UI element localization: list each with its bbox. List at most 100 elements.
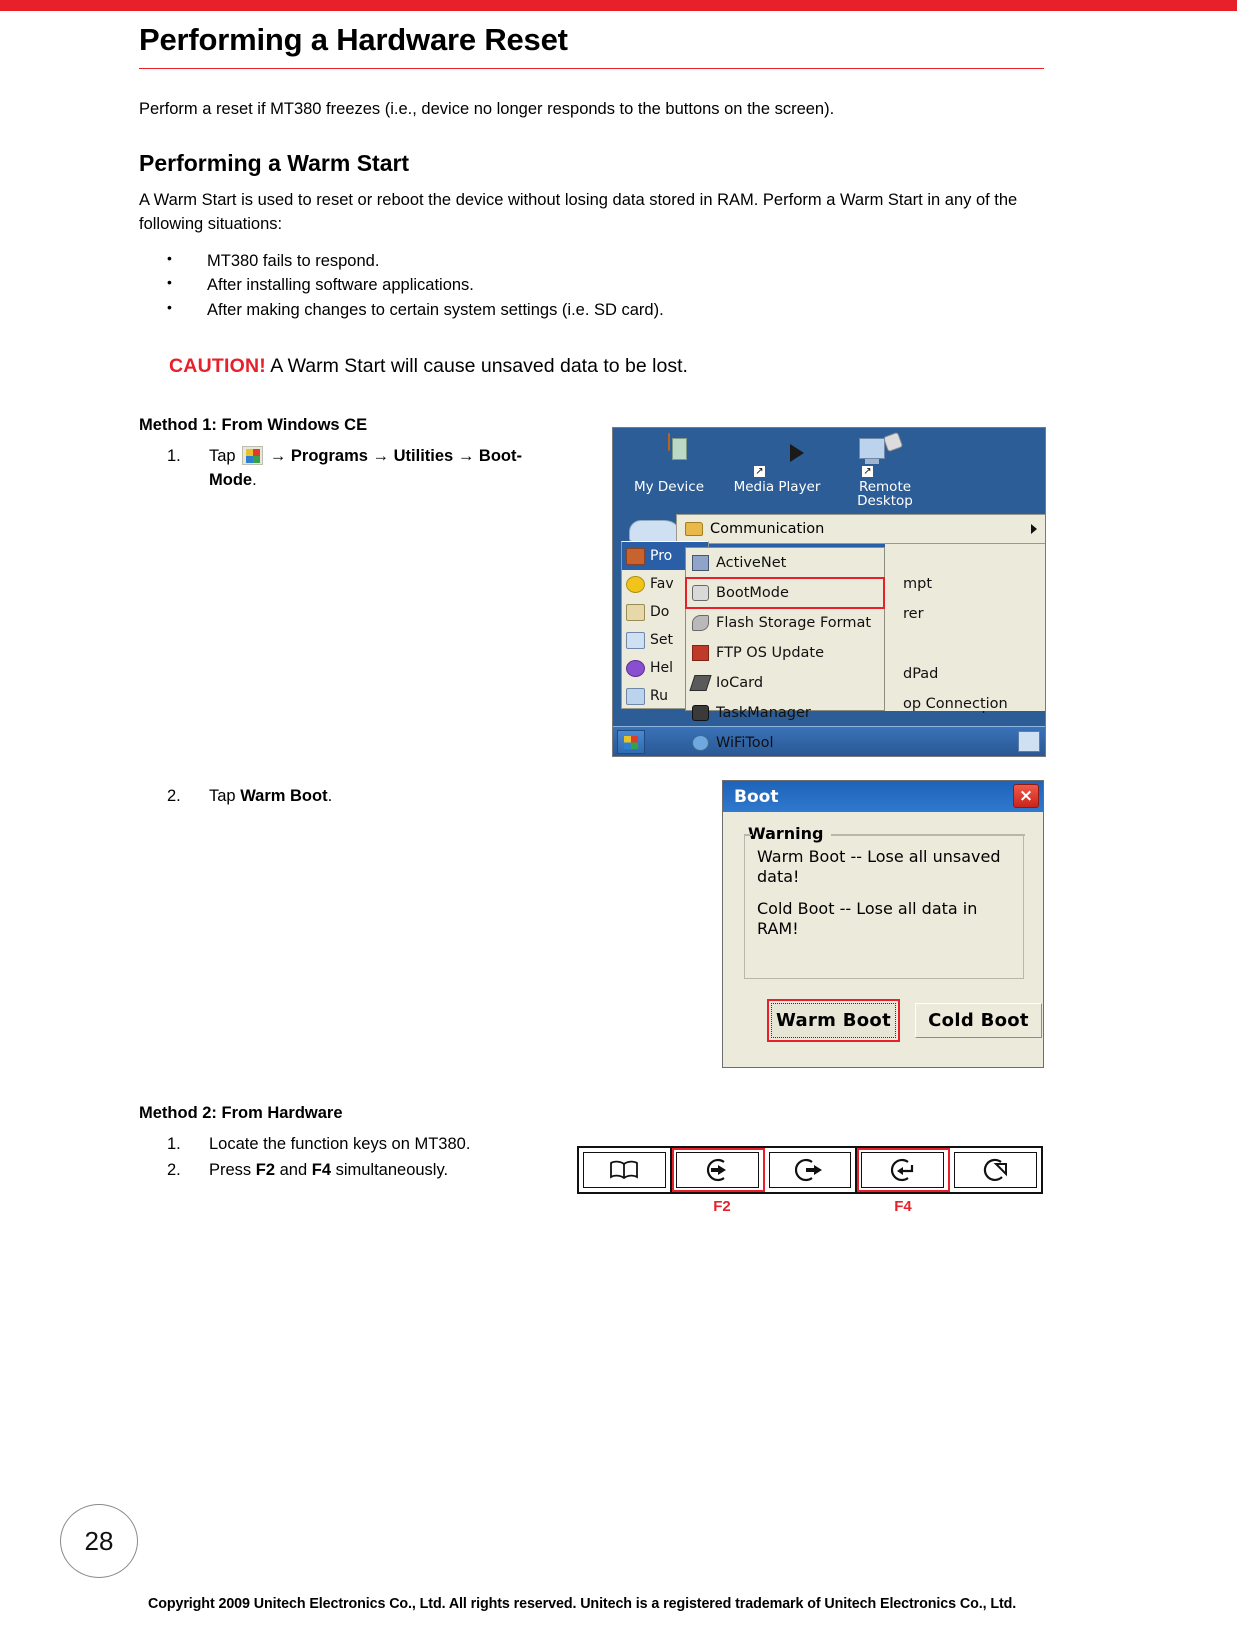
ce-utilities-submenu: ActiveNet BootMode Flash Storage Format … bbox=[685, 547, 885, 751]
step-text: Tap Warm Boot. bbox=[209, 787, 332, 805]
submenu-item-partial[interactable]: dPad bbox=[903, 666, 938, 682]
function-keys-diagram: F2 F4 bbox=[577, 1146, 1043, 1224]
menu-item-label: IoCard bbox=[716, 675, 764, 691]
menu-item-label: TaskManager bbox=[716, 705, 811, 721]
settings-icon bbox=[626, 631, 645, 649]
caution-text: A Warm Start will cause unsaved data to … bbox=[270, 354, 688, 377]
menu-item-label: Flash Storage Format bbox=[716, 615, 872, 631]
media-player-icon: ↗ bbox=[723, 434, 831, 480]
chip-icon bbox=[692, 645, 709, 661]
function-key-scan bbox=[950, 1148, 1041, 1192]
function-key-f4 bbox=[857, 1148, 951, 1192]
key-f4-emphasis: F4 bbox=[311, 1161, 331, 1180]
recycle-shortcut-icon bbox=[629, 520, 683, 542]
bootmode-icon bbox=[692, 585, 709, 601]
iocard-icon bbox=[689, 675, 712, 691]
step-text: Tap → Programs → Utilities → Boot-Mode. bbox=[209, 446, 522, 490]
submenu-item-partial[interactable]: rer bbox=[903, 606, 924, 622]
warning-group-box: Warm Boot -- Lose all unsaved data! Cold… bbox=[743, 834, 1025, 979]
menu-item-bootmode[interactable]: BootMode bbox=[685, 577, 885, 609]
cold-boot-button[interactable]: Cold Boot bbox=[915, 1003, 1042, 1038]
submenu-item-partial[interactable]: mpt bbox=[903, 576, 932, 592]
step-prefix: Tap bbox=[209, 447, 236, 466]
arrow-glyph: → bbox=[457, 447, 475, 466]
desktop-icon-label: Media Player bbox=[733, 479, 821, 495]
step-suffix: . bbox=[252, 471, 257, 490]
desktop-icon-my-device[interactable]: My Device bbox=[615, 433, 723, 495]
method2-heading: Method 2: From Hardware bbox=[139, 1104, 343, 1123]
start-menu-label: Pro bbox=[650, 548, 673, 564]
step-number: 1. bbox=[167, 1135, 181, 1154]
run-icon bbox=[626, 687, 645, 705]
arrow-glyph: → bbox=[372, 447, 390, 466]
function-key-label-f4: F4 bbox=[894, 1198, 912, 1215]
step-item: 1. Tap → Programs → Utilities → Boot-Mod… bbox=[139, 445, 569, 493]
documents-icon bbox=[626, 603, 645, 621]
warm-start-bullet-list: MT380 fails to respond. After installing… bbox=[139, 249, 1044, 322]
copyright-footer: Copyright 2009 Unitech Electronics Co., … bbox=[148, 1596, 1017, 1612]
menu-path-utilities: Utilities bbox=[393, 447, 454, 466]
tray-icon[interactable] bbox=[1018, 731, 1040, 752]
page-number-badge: 28 bbox=[60, 1504, 138, 1578]
dialog-titlebar: Boot × bbox=[723, 781, 1043, 812]
windows-ce-screenshot: My Device ↗ Media Player ↗ Remote Deskto… bbox=[612, 427, 1046, 757]
menu-item-activenet[interactable]: ActiveNet bbox=[686, 548, 884, 578]
function-key-book bbox=[579, 1148, 672, 1192]
menu-item-iocard[interactable]: IoCard bbox=[686, 668, 884, 698]
wifi-icon bbox=[692, 735, 709, 751]
help-icon bbox=[626, 659, 645, 677]
warm-boot-emphasis: Warm Boot bbox=[240, 787, 328, 806]
warm-start-body: A Warm Start is used to reset or reboot … bbox=[139, 190, 1018, 233]
start-menu-label: Fav bbox=[650, 576, 674, 592]
pda-icon bbox=[615, 433, 723, 480]
menu-item-taskmanager[interactable]: TaskManager bbox=[686, 698, 884, 728]
desktop-icon-label: My Device bbox=[633, 479, 705, 495]
remote-desktop-icon: ↗ bbox=[831, 431, 939, 480]
menu-item-wifitool[interactable]: WiFiTool bbox=[686, 728, 884, 756]
book-icon bbox=[583, 1152, 666, 1188]
submenu-item-partial[interactable]: op Connection bbox=[903, 696, 1008, 712]
list-item: After making changes to certain system s… bbox=[139, 298, 1044, 322]
step-text: Press F2 and F4 simultaneously. bbox=[209, 1161, 448, 1179]
desktop-icon-remote-desktop[interactable]: ↗ Remote Desktop bbox=[831, 431, 939, 510]
arrow-right-circle-icon bbox=[768, 1152, 852, 1188]
menu-item-ftp-os-update[interactable]: FTP OS Update bbox=[686, 638, 884, 668]
step-suffix: . bbox=[327, 787, 333, 806]
desktop-icon-label: Remote Desktop bbox=[857, 479, 913, 510]
key-f2-emphasis: F2 bbox=[255, 1161, 276, 1180]
step-conjunction: and bbox=[275, 1161, 312, 1180]
scan-circle-icon bbox=[954, 1152, 1037, 1188]
programs-folder-icon bbox=[626, 547, 645, 565]
start-menu-label: Do bbox=[650, 604, 670, 620]
arrow-left-circle-icon bbox=[675, 1152, 759, 1188]
ce-desktop-icons: My Device ↗ Media Player ↗ Remote Deskto… bbox=[613, 431, 1045, 514]
step-prefix: Tap bbox=[209, 787, 236, 806]
step-suffix: simultaneously. bbox=[331, 1161, 449, 1180]
function-key-f3 bbox=[765, 1148, 858, 1192]
close-icon[interactable]: × bbox=[1013, 784, 1039, 808]
enter-circle-icon bbox=[861, 1152, 945, 1188]
windows-start-icon bbox=[242, 446, 264, 466]
star-icon bbox=[626, 575, 645, 593]
dialog-title: Boot bbox=[734, 786, 779, 807]
step-number: 1. bbox=[167, 447, 181, 466]
start-menu-label: Ru bbox=[650, 688, 668, 704]
warm-boot-button[interactable]: Warm Boot bbox=[771, 1003, 896, 1038]
menu-item-flash-storage-format[interactable]: Flash Storage Format bbox=[686, 608, 884, 638]
function-key-row bbox=[577, 1146, 1043, 1194]
submenu-partial-labels: mpt rer dPad op Connection bbox=[903, 544, 1045, 712]
menu-path-programs: Programs bbox=[290, 447, 368, 466]
dialog-button-row: Warm Boot Cold Boot bbox=[723, 999, 1043, 1047]
title-divider bbox=[139, 67, 1044, 69]
caution-notice: CAUTION! A Warm Start will cause unsaved… bbox=[169, 355, 1044, 378]
list-item: MT380 fails to respond. bbox=[139, 249, 1044, 273]
menu-item-label: WiFiTool bbox=[716, 735, 774, 751]
start-menu-label: Set bbox=[650, 632, 673, 648]
menu-item-label: ActiveNet bbox=[716, 555, 787, 571]
function-key-f2 bbox=[671, 1148, 765, 1192]
start-button[interactable] bbox=[617, 730, 645, 754]
desktop-icon-media-player[interactable]: ↗ Media Player bbox=[723, 434, 831, 494]
menu-item-label: FTP OS Update bbox=[716, 645, 825, 661]
intro-paragraph: Perform a reset if MT380 freezes (i.e., … bbox=[139, 99, 835, 118]
step-number: 2. bbox=[167, 787, 181, 806]
